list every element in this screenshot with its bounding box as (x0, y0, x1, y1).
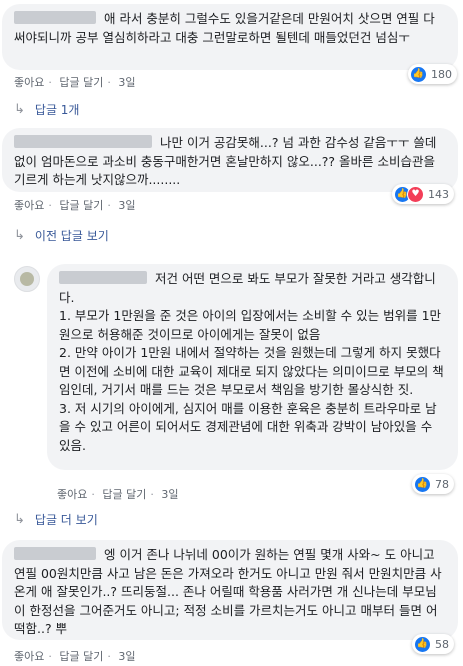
comment-bubble: 엥 이거 존나 나뉘네 00이가 원하는 연필 몇개 사와~ 도 아니고 연필 … (2, 540, 458, 640)
timestamp[interactable]: 3일 (118, 650, 135, 663)
comment-bubble: 저건 어떤 면으로 봐도 부모가 잘못한 거라고 생각합니다. 1. 부모가 1… (47, 264, 458, 470)
more-replies-link[interactable]: ↳ 답글 더 보기 (14, 511, 98, 528)
avatar-image (20, 272, 34, 286)
more-replies-label: 답글 더 보기 (34, 513, 98, 527)
comment-actions: 좋아요 · 답글 달기 · 3일 (57, 488, 179, 501)
blurred-author-name (14, 547, 96, 560)
reaction-count: 78 (435, 477, 449, 491)
like-link[interactable]: 좋아요 (14, 76, 44, 89)
comment-actions: 좋아요 · 답글 달기 · 3일 (14, 199, 136, 212)
reaction-summary[interactable]: 👍 58 (412, 634, 454, 654)
avatar[interactable] (14, 266, 40, 292)
reply-arrow-icon: ↳ (14, 102, 25, 117)
reaction-summary[interactable]: 👍 180 (408, 64, 457, 84)
blurred-author-name (59, 271, 147, 284)
blurred-author-name (14, 11, 96, 24)
reaction-summary[interactable]: 👍 ♥ 143 (392, 184, 454, 204)
previous-replies-label: 이전 답글 보기 (34, 229, 109, 243)
like-link[interactable]: 좋아요 (57, 488, 87, 501)
reply-link[interactable]: 답글 달기 (59, 76, 103, 89)
comment-actions: 좋아요 · 답글 달기 · 3일 (14, 76, 136, 89)
view-replies-link[interactable]: ↳ 답글 1개 (14, 101, 79, 118)
reaction-summary[interactable]: 👍 78 (412, 474, 454, 494)
reaction-count: 180 (431, 67, 452, 81)
like-icon: 👍 (410, 65, 427, 83)
like-link[interactable]: 좋아요 (14, 650, 44, 663)
reaction-count: 58 (435, 637, 449, 651)
comment-bubble: 나만 이거 공감못해...? 넘 과한 감수성 같음ㅜㅜ 쓸데없이 엄마돈으로 … (2, 128, 458, 192)
comment-actions: 좋아요 · 답글 달기 · 3일 (14, 650, 136, 663)
like-icon: 👍 (414, 475, 431, 493)
comment-text: 저건 어떤 면으로 봐도 부모가 잘못한 거라고 생각합니다. 1. 부모가 1… (59, 271, 444, 453)
like-link[interactable]: 좋아요 (14, 199, 44, 212)
timestamp[interactable]: 3일 (118, 76, 135, 89)
like-icon: 👍 (414, 635, 431, 653)
comment-bubble: 애 라서 충분히 그럴수도 있을거같은데 만원어치 삿으면 연필 다 써야되니까… (2, 4, 458, 70)
reply-arrow-icon: ↳ (14, 512, 25, 527)
timestamp[interactable]: 3일 (118, 199, 135, 212)
love-icon: ♥ (407, 185, 424, 203)
blurred-author-name (14, 135, 152, 148)
reply-link[interactable]: 답글 달기 (59, 650, 103, 663)
timestamp[interactable]: 3일 (161, 488, 178, 501)
reply-arrow-icon: ↳ (14, 228, 25, 243)
reply-link[interactable]: 답글 달기 (102, 488, 146, 501)
comment-text: 엥 이거 존나 나뉘네 00이가 원하는 연필 몇개 사와~ 도 아니고 연필 … (14, 547, 442, 636)
reaction-count: 143 (428, 187, 449, 201)
reply-link[interactable]: 답글 달기 (59, 199, 103, 212)
view-replies-label: 답글 1개 (34, 103, 80, 117)
previous-replies-link[interactable]: ↳ 이전 답글 보기 (14, 227, 109, 244)
